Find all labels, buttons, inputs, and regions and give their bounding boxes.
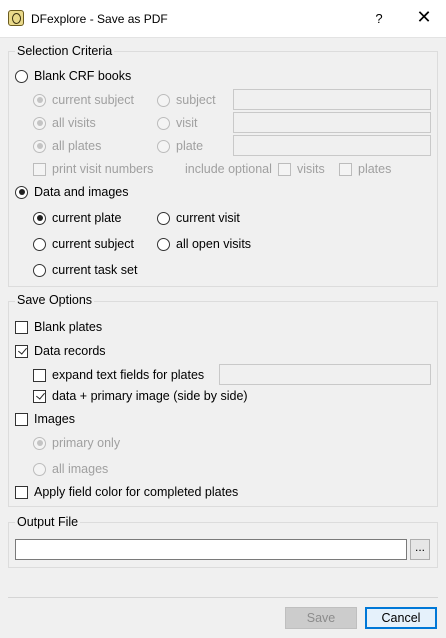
include-visits-checkbox[interactable]: visits	[278, 162, 325, 176]
current-task-set-label: current task set	[52, 263, 138, 277]
radio-icon	[33, 263, 46, 277]
crf-plate-field[interactable]	[233, 135, 431, 156]
images-checkbox[interactable]: Images	[15, 412, 75, 426]
crf-plate-radio[interactable]: plate	[157, 139, 203, 153]
crf-all-plates-radio[interactable]: all plates	[33, 139, 101, 153]
include-plates-label: plates	[358, 162, 392, 176]
radio-icon	[33, 237, 46, 251]
divider	[8, 597, 438, 598]
close-button[interactable]: ✕	[402, 0, 446, 38]
radio-icon	[33, 436, 46, 450]
radio-icon	[157, 116, 170, 130]
print-visit-numbers-label: print visit numbers	[52, 162, 154, 176]
include-plates-checkbox[interactable]: plates	[339, 162, 391, 176]
radio-icon	[33, 139, 46, 153]
apply-field-color-label: Apply field color for completed plates	[34, 485, 239, 499]
checkbox-icon	[15, 344, 28, 358]
expand-text-fields-label: expand text fields for plates	[52, 368, 205, 382]
checkbox-icon	[15, 485, 28, 499]
data-records-checkbox[interactable]: Data records	[15, 344, 106, 358]
checkbox-icon	[278, 162, 291, 176]
checkbox-icon	[33, 162, 46, 176]
crf-subject-radio[interactable]: subject	[157, 93, 216, 107]
crf-visit-field[interactable]	[233, 112, 431, 133]
all-open-visits-label: all open visits	[176, 237, 252, 251]
checkbox-icon	[33, 389, 46, 403]
primary-only-label: primary only	[52, 436, 121, 450]
crf-plate-label: plate	[176, 139, 204, 153]
save-options-title: Save Options	[15, 293, 95, 307]
radio-icon	[157, 237, 170, 251]
data-and-images-label: Data and images	[34, 185, 129, 199]
print-visit-numbers-checkbox[interactable]: print visit numbers	[33, 162, 153, 176]
expand-text-fields-checkbox[interactable]: expand text fields for plates	[33, 368, 204, 382]
crf-current-subject-label: current subject	[52, 93, 134, 107]
checkbox-icon	[15, 412, 28, 426]
selection-criteria-title: Selection Criteria	[15, 44, 115, 58]
all-open-visits-radio[interactable]: all open visits	[157, 237, 251, 251]
crf-all-visits-radio[interactable]: all visits	[33, 116, 96, 130]
all-images-radio[interactable]: all images	[33, 462, 108, 476]
apply-field-color-checkbox[interactable]: Apply field color for completed plates	[15, 485, 238, 499]
radio-icon	[33, 462, 46, 476]
dfexplore-app-icon	[8, 10, 24, 26]
blank-plates-label: Blank plates	[34, 320, 103, 334]
title-bar: DFexplore - Save as PDF ? ✕	[0, 0, 446, 38]
data-primary-image-label: data + primary image (side by side)	[52, 389, 248, 403]
blank-crf-label: Blank CRF books	[34, 69, 132, 83]
radio-icon	[33, 116, 46, 130]
crf-current-subject-radio[interactable]: current subject	[33, 93, 134, 107]
data-and-images-radio[interactable]: Data and images	[15, 185, 129, 199]
current-plate-radio[interactable]: current plate	[33, 211, 121, 225]
crf-visit-label: visit	[176, 116, 198, 130]
data-records-label: Data records	[34, 344, 106, 358]
radio-icon	[157, 211, 170, 225]
blank-crf-radio[interactable]: Blank CRF books	[15, 69, 131, 83]
help-button[interactable]: ?	[362, 0, 396, 38]
checkbox-icon	[339, 162, 352, 176]
radio-icon	[157, 93, 170, 107]
current-subject-radio[interactable]: current subject	[33, 237, 134, 251]
output-file-input[interactable]	[15, 539, 407, 560]
checkbox-icon	[15, 320, 28, 334]
current-subject-label: current subject	[52, 237, 134, 251]
radio-icon	[33, 93, 46, 107]
radio-icon	[157, 139, 170, 153]
crf-all-plates-label: all plates	[52, 139, 102, 153]
images-label: Images	[34, 412, 75, 426]
current-task-set-radio[interactable]: current task set	[33, 263, 137, 277]
output-file-title: Output File	[15, 515, 81, 529]
save-button[interactable]: Save	[285, 607, 357, 629]
radio-icon	[33, 211, 46, 225]
window-title: DFexplore - Save as PDF	[31, 12, 168, 26]
checkbox-icon	[33, 368, 46, 382]
current-visit-radio[interactable]: current visit	[157, 211, 240, 225]
all-images-label: all images	[52, 462, 109, 476]
expand-plates-field[interactable]	[219, 364, 431, 385]
blank-plates-checkbox[interactable]: Blank plates	[15, 320, 102, 334]
crf-subject-field[interactable]	[233, 89, 431, 110]
crf-subject-label: subject	[176, 93, 216, 107]
crf-all-visits-label: all visits	[52, 116, 96, 130]
radio-icon	[15, 69, 28, 83]
data-primary-image-checkbox[interactable]: data + primary image (side by side)	[33, 389, 248, 403]
current-plate-label: current plate	[52, 211, 122, 225]
crf-visit-radio[interactable]: visit	[157, 116, 198, 130]
include-visits-label: visits	[297, 162, 325, 176]
primary-only-radio[interactable]: primary only	[33, 436, 120, 450]
current-visit-label: current visit	[176, 211, 240, 225]
cancel-button[interactable]: Cancel	[365, 607, 437, 629]
include-optional-label: include optional	[185, 162, 272, 176]
radio-icon	[15, 185, 28, 199]
browse-button[interactable]: ...	[410, 539, 430, 560]
